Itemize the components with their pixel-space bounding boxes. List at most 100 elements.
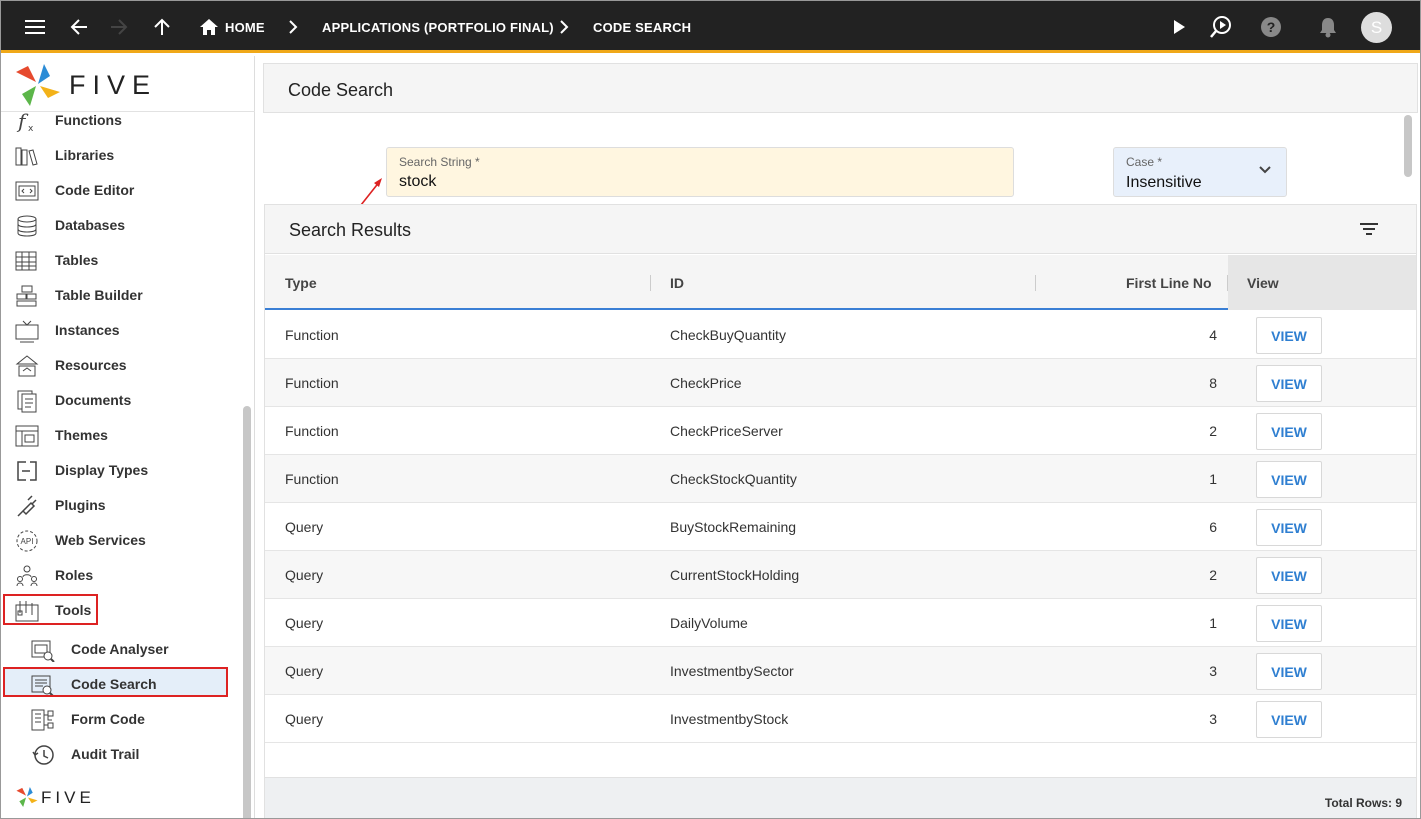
sidebar-item-themes[interactable]: Themes: [1, 418, 241, 453]
table-row[interactable]: Function CheckPriceServer 2 VIEW: [265, 407, 1416, 455]
case-value: Insensitive: [1126, 174, 1202, 191]
column-header-id[interactable]: ID: [670, 275, 684, 291]
cell-id: InvestmentbySector: [670, 663, 794, 679]
instances-icon: [15, 320, 39, 343]
libraries-icon: [15, 147, 38, 166]
view-button[interactable]: VIEW: [1256, 701, 1322, 738]
forward-arrow-icon[interactable]: [107, 15, 131, 39]
sidebar-item-instances[interactable]: Instances: [1, 313, 241, 348]
avatar[interactable]: S: [1361, 12, 1392, 43]
bell-icon[interactable]: [1316, 15, 1340, 39]
cell-id: BuyStockRemaining: [670, 519, 797, 535]
breadcrumb-code-search[interactable]: CODE SEARCH: [593, 20, 691, 35]
sidebar-item-plugins[interactable]: Plugins: [1, 488, 241, 523]
sidebar-item-label: Themes: [55, 427, 108, 443]
sidebar-item-label: Audit Trail: [71, 746, 140, 762]
five-logo-icon: [16, 786, 38, 808]
api-icon: API: [16, 530, 38, 552]
view-button[interactable]: VIEW: [1256, 317, 1322, 354]
cell-id: InvestmentbyStock: [670, 711, 789, 727]
table-row[interactable]: Function CheckBuyQuantity 4 VIEW: [265, 311, 1416, 359]
sidebar-item-roles[interactable]: Roles: [1, 558, 241, 593]
view-button[interactable]: VIEW: [1256, 413, 1322, 450]
footer-logo-text: FIVE: [41, 788, 95, 807]
table-row[interactable]: Query BuyStockRemaining 6 VIEW: [265, 503, 1416, 551]
sidebar-item-functions[interactable]: f x Functions: [1, 103, 241, 138]
sidebar-item-libraries[interactable]: Libraries: [1, 138, 241, 173]
cell-type: Query: [285, 663, 324, 679]
table-row[interactable]: Function CheckStockQuantity 1 VIEW: [265, 455, 1416, 503]
display-types-icon: [17, 461, 37, 481]
sidebar-item-display-types[interactable]: Display Types: [1, 453, 241, 488]
sidebar-item-label: Code Analyser: [71, 641, 169, 657]
case-select[interactable]: Case * Insensitive: [1113, 147, 1287, 197]
roles-icon: [16, 565, 38, 587]
sidebar-item-web-services[interactable]: API Web Services: [1, 523, 241, 558]
cell-id: DailyVolume: [670, 615, 748, 631]
help-icon[interactable]: ?: [1259, 15, 1283, 39]
breadcrumb-home[interactable]: HOME: [225, 20, 265, 35]
sidebar-item-form-code[interactable]: Form Code: [1, 702, 241, 737]
table-header: Type ID First Line No View: [265, 255, 1416, 310]
cell-id: CheckPriceServer: [670, 423, 783, 439]
table-builder-icon: [16, 285, 37, 307]
search-string-field[interactable]: Search String * stock: [386, 147, 1014, 197]
run-search-icon[interactable]: [1209, 15, 1233, 39]
main-scrollbar[interactable]: [1404, 115, 1412, 177]
sidebar-item-databases[interactable]: Databases: [1, 208, 241, 243]
cell-type: Function: [285, 423, 339, 439]
highlight-box-code-search: [3, 667, 228, 697]
view-button[interactable]: VIEW: [1256, 653, 1322, 690]
column-divider[interactable]: [1035, 275, 1036, 291]
sidebar-item-label: Resources: [55, 357, 127, 373]
cell-type: Function: [285, 327, 339, 343]
cell-type: Function: [285, 471, 339, 487]
table-row[interactable]: Query CurrentStockHolding 2 VIEW: [265, 551, 1416, 599]
view-button[interactable]: VIEW: [1256, 365, 1322, 402]
page-title: Code Search: [288, 80, 394, 100]
sidebar-item-tables[interactable]: Tables: [1, 243, 241, 278]
back-arrow-icon[interactable]: [67, 15, 91, 39]
cell-id: CheckStockQuantity: [670, 471, 797, 487]
total-rows: Total Rows: 9: [1324, 796, 1402, 810]
sidebar-item-code-analyser[interactable]: Code Analyser: [1, 632, 241, 667]
cell-type: Function: [285, 375, 339, 391]
play-icon[interactable]: [1167, 15, 1191, 39]
breadcrumb-application[interactable]: APPLICATIONS (PORTFOLIO FINAL): [322, 20, 554, 35]
sidebar-item-label: Databases: [55, 217, 126, 233]
table-row[interactable]: Function CheckPrice 8 VIEW: [265, 359, 1416, 407]
search-string-label: Search String *: [399, 155, 480, 169]
case-label: Case *: [1126, 155, 1163, 169]
column-header-view: View: [1247, 275, 1279, 291]
sidebar-item-resources[interactable]: Resources: [1, 348, 241, 383]
table-row[interactable]: Query InvestmentbyStock 3 VIEW: [265, 695, 1416, 743]
sidebar-item-label: Display Types: [55, 462, 149, 478]
view-button[interactable]: VIEW: [1256, 605, 1322, 642]
cell-id: CheckPrice: [670, 375, 742, 391]
sidebar-scrollbar[interactable]: [243, 406, 251, 818]
column-header-first-line-no[interactable]: First Line No: [1126, 275, 1212, 291]
column-header-type[interactable]: Type: [285, 275, 317, 291]
form-code-icon: [31, 709, 54, 731]
view-button[interactable]: VIEW: [1256, 557, 1322, 594]
view-button[interactable]: VIEW: [1256, 509, 1322, 546]
column-divider[interactable]: [1227, 275, 1228, 291]
menu-icon[interactable]: [23, 15, 47, 39]
logo-text: FIVE: [69, 70, 158, 100]
svg-text:?: ?: [1267, 19, 1276, 35]
cell-type: Query: [285, 567, 324, 583]
search-string-input[interactable]: stock: [399, 173, 436, 191]
sidebar-item-audit-trail[interactable]: Audit Trail: [1, 737, 241, 772]
home-icon[interactable]: [197, 15, 221, 39]
view-button[interactable]: VIEW: [1256, 461, 1322, 498]
column-divider[interactable]: [650, 275, 651, 291]
table-row[interactable]: Query DailyVolume 1 VIEW: [265, 599, 1416, 647]
cell-first-line-no: 4: [1209, 327, 1217, 343]
sidebar-item-code-editor[interactable]: Code Editor: [1, 173, 241, 208]
up-arrow-icon[interactable]: [150, 15, 174, 39]
filter-icon[interactable]: [1359, 221, 1379, 237]
sidebar-item-documents[interactable]: Documents: [1, 383, 241, 418]
table-icon: [15, 251, 37, 271]
sidebar-item-table-builder[interactable]: Table Builder: [1, 278, 241, 313]
table-row[interactable]: Query InvestmentbySector 3 VIEW: [265, 647, 1416, 695]
